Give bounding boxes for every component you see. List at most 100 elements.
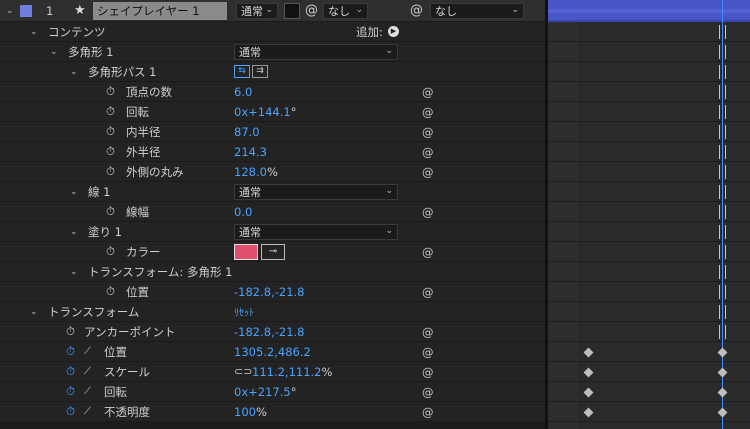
property-value[interactable]: 111.2,111.2% bbox=[252, 362, 332, 381]
stopwatch-icon[interactable]: ⏱ bbox=[66, 322, 75, 341]
reset-link[interactable]: ﾘｾｯﾄ bbox=[234, 302, 254, 321]
playhead-marker bbox=[719, 45, 726, 59]
property-row[interactable]: ⏱ 位置 -182.8,-21.8 @ bbox=[0, 282, 545, 302]
stopwatch-active-icon[interactable]: ⏱ bbox=[66, 362, 75, 381]
property-row[interactable]: ⏱ ⟋ 回転 0x+217.5 ° @ bbox=[0, 382, 545, 402]
property-value[interactable]: 1305.2,486.2 bbox=[234, 342, 311, 361]
property-label: 内半径 bbox=[126, 124, 161, 139]
property-row[interactable]: ⏱ 回転 0x+144.1 ° @ bbox=[0, 102, 545, 122]
polygon-mode-dropdown[interactable]: 通常 ⌄ bbox=[234, 44, 398, 60]
property-value[interactable]: 100% bbox=[234, 402, 267, 421]
expression-pickwhip-icon[interactable]: @ bbox=[422, 342, 436, 361]
expression-pickwhip-icon[interactable]: @ bbox=[422, 282, 436, 301]
property-row[interactable]: ⏱ ⟋ 不透明度 100% @ bbox=[0, 402, 545, 422]
property-value[interactable]: -182.8,-21.8 bbox=[234, 322, 304, 341]
track-matte-box[interactable] bbox=[284, 2, 300, 19]
property-value[interactable]: 0.0 bbox=[234, 202, 252, 221]
stopwatch-icon[interactable]: ⏱ bbox=[106, 142, 115, 161]
chevron-down-icon: ⌄ bbox=[265, 5, 273, 15]
stroke-label: 線 1 bbox=[88, 184, 111, 199]
property-value[interactable]: 87.0 bbox=[234, 122, 260, 141]
playhead-marker bbox=[719, 305, 726, 319]
property-row[interactable]: ⏱ 外半径 214.3 @ bbox=[0, 142, 545, 162]
property-row[interactable]: ⏱ 外側の丸み 128.0% @ bbox=[0, 162, 545, 182]
expression-pickwhip-icon[interactable]: @ bbox=[422, 402, 436, 421]
property-row[interactable]: ⏱ ⟋ スケール ⊂⊃ 111.2,111.2% @ bbox=[0, 362, 545, 382]
parent-pickwhip-icon[interactable]: @ bbox=[410, 0, 423, 21]
expression-pickwhip-icon[interactable]: @ bbox=[422, 162, 436, 181]
path-direction-reverse-icon[interactable]: ⇆ bbox=[234, 65, 250, 78]
property-row[interactable]: ⏱ アンカーポイント -182.8,-21.8 @ bbox=[0, 322, 545, 342]
property-value[interactable]: 0x+144.1 ° bbox=[234, 102, 296, 121]
chevron-down-icon[interactable]: ⌄ bbox=[70, 262, 78, 281]
layer-name-field[interactable]: シェイプレイヤー 1 bbox=[93, 2, 227, 20]
path-direction-forward-icon[interactable]: ⇉ bbox=[252, 65, 268, 78]
mode-dropdown[interactable]: 通常 ⌄ bbox=[236, 3, 278, 19]
chevron-down-icon[interactable]: ⌄ bbox=[30, 22, 38, 41]
chevron-down-icon[interactable]: ⌄ bbox=[70, 62, 78, 81]
stopwatch-icon[interactable]: ⏱ bbox=[106, 202, 115, 221]
contents-group-row[interactable]: ⌄ コンテンツ 追加: ▶ bbox=[0, 22, 545, 42]
bottom-strip bbox=[0, 422, 545, 429]
polypath-group-row[interactable]: ⌄ 多角形パス 1 ⇆ ⇉ bbox=[0, 62, 545, 82]
stroke-mode-dropdown[interactable]: 通常 ⌄ bbox=[234, 184, 398, 200]
graph-icon[interactable]: ⟋ bbox=[84, 362, 91, 381]
constrain-proportions-link-icon[interactable]: ⊂⊃ bbox=[234, 362, 252, 381]
chevron-down-icon[interactable]: ⌄ bbox=[30, 302, 38, 321]
timeline-panel[interactable] bbox=[548, 0, 750, 429]
stopwatch-icon[interactable]: ⏱ bbox=[106, 122, 115, 141]
property-label: 外側の丸み bbox=[126, 164, 184, 179]
stopwatch-active-icon[interactable]: ⏱ bbox=[66, 382, 75, 401]
stopwatch-active-icon[interactable]: ⏱ bbox=[66, 342, 75, 361]
layer-row[interactable]: ⌄ 1 ★ シェイプレイヤー 1 通常 ⌄ @ なし ⌄ @ なし ⌄ bbox=[0, 0, 545, 22]
graph-icon[interactable]: ⟋ bbox=[84, 342, 91, 361]
add-play-icon[interactable]: ▶ bbox=[388, 26, 399, 37]
expression-pickwhip-icon[interactable]: @ bbox=[422, 242, 436, 261]
pickwhip-spiral-icon[interactable]: @ bbox=[305, 0, 318, 21]
chevron-down-icon[interactable]: ⌄ bbox=[70, 182, 78, 201]
graph-icon[interactable]: ⟋ bbox=[84, 402, 91, 421]
property-value[interactable]: -182.8,-21.8 bbox=[234, 282, 304, 301]
stopwatch-icon[interactable]: ⏱ bbox=[106, 282, 115, 301]
property-row[interactable]: ⏱ ⟋ 位置 1305.2,486.2 @ bbox=[0, 342, 545, 362]
label-color-swatch[interactable] bbox=[20, 4, 32, 17]
stopwatch-icon[interactable]: ⏱ bbox=[106, 82, 115, 101]
property-value[interactable]: 214.3 bbox=[234, 142, 267, 161]
fill-group-row[interactable]: ⌄ 塗り 1 通常 ⌄ bbox=[0, 222, 545, 242]
playhead-marker bbox=[719, 225, 726, 239]
track-matte-dropdown[interactable]: なし ⌄ bbox=[323, 3, 368, 19]
eyedropper-icon[interactable]: ⊸ bbox=[261, 243, 285, 260]
property-value[interactable]: 6.0 bbox=[234, 82, 252, 101]
fill-color-swatch[interactable] bbox=[234, 243, 258, 260]
property-row[interactable]: ⏱ 頂点の数 6.0 @ bbox=[0, 82, 545, 102]
parent-dropdown[interactable]: なし ⌄ bbox=[430, 3, 524, 19]
expression-pickwhip-icon[interactable]: @ bbox=[422, 322, 436, 341]
property-row[interactable]: ⏱ カラー ⊸ @ bbox=[0, 242, 545, 262]
stroke-group-row[interactable]: ⌄ 線 1 通常 ⌄ bbox=[0, 182, 545, 202]
expression-pickwhip-icon[interactable]: @ bbox=[422, 382, 436, 401]
property-value[interactable]: 128.0% bbox=[234, 162, 278, 181]
expression-pickwhip-icon[interactable]: @ bbox=[422, 142, 436, 161]
property-row[interactable]: ⏱ 線幅 0.0 @ bbox=[0, 202, 545, 222]
chevron-down-icon[interactable]: ⌄ bbox=[70, 222, 78, 241]
expression-pickwhip-icon[interactable]: @ bbox=[422, 82, 436, 101]
property-value[interactable]: 0x+217.5 ° bbox=[234, 382, 296, 401]
transform-group-row[interactable]: ⌄ トランスフォーム ﾘｾｯﾄ bbox=[0, 302, 545, 322]
stopwatch-icon[interactable]: ⏱ bbox=[106, 242, 115, 261]
polygon-group-row[interactable]: ⌄ 多角形 1 通常 ⌄ bbox=[0, 42, 545, 62]
expression-pickwhip-icon[interactable]: @ bbox=[422, 102, 436, 121]
fill-mode-dropdown[interactable]: 通常 ⌄ bbox=[234, 224, 398, 240]
property-row[interactable]: ⏱ 内半径 87.0 @ bbox=[0, 122, 545, 142]
chevron-down-icon[interactable]: ⌄ bbox=[6, 0, 14, 21]
polygon-transform-group-row[interactable]: ⌄ トランスフォーム: 多角形 1 bbox=[0, 262, 545, 282]
stopwatch-icon[interactable]: ⏱ bbox=[106, 162, 115, 181]
expression-pickwhip-icon[interactable]: @ bbox=[422, 202, 436, 221]
chevron-down-icon[interactable]: ⌄ bbox=[50, 42, 58, 61]
expression-pickwhip-icon[interactable]: @ bbox=[422, 362, 436, 381]
layer-duration-bar[interactable] bbox=[548, 0, 750, 22]
expression-pickwhip-icon[interactable]: @ bbox=[422, 122, 436, 141]
stopwatch-active-icon[interactable]: ⏱ bbox=[66, 402, 75, 421]
polygon-transform-label: トランスフォーム: 多角形 1 bbox=[88, 264, 233, 279]
graph-icon[interactable]: ⟋ bbox=[84, 382, 91, 401]
stopwatch-icon[interactable]: ⏱ bbox=[106, 102, 115, 121]
